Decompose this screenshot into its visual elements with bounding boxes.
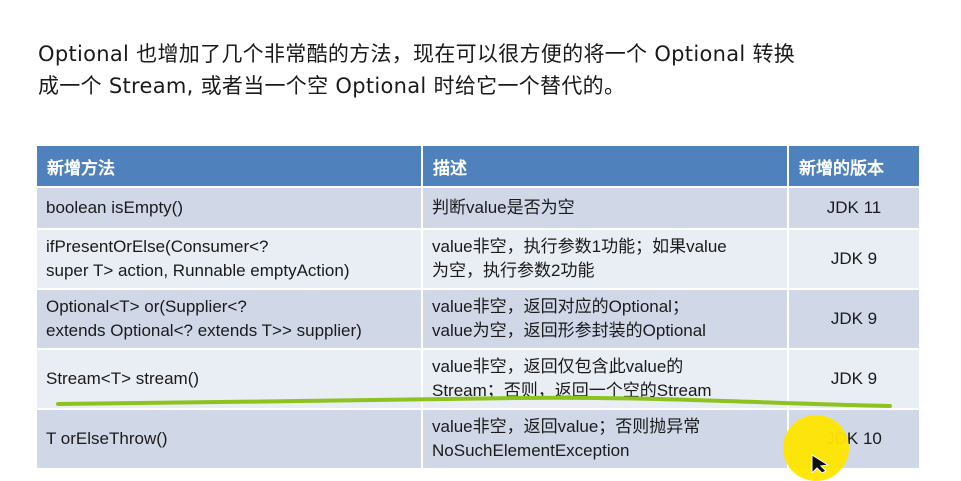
description-cell: 判断value是否为空 (422, 186, 789, 229)
header-description: 描述 (422, 146, 789, 187)
table-header-row: 新增方法 描述 新增的版本 (37, 146, 921, 187)
table-row: Stream<T> stream() value非空，返回仅包含此value的 … (37, 348, 921, 409)
version-cell: JDK 9 (788, 348, 921, 409)
table-row: ifPresentOrElse(Consumer<? super T> acti… (37, 228, 921, 289)
method-cell: Optional<T> or(Supplier<? extends Option… (37, 288, 423, 349)
description-cell: value非空，返回value；否则抛异常 NoSuchElementExcep… (422, 408, 789, 468)
method-cell: T orElseThrow() (37, 408, 423, 468)
description-cell: value非空，返回仅包含此value的 Stream；否则，返回一个空的Str… (422, 348, 789, 409)
intro-line-1: Optional 也增加了几个非常酷的方法，现在可以很方便的将一个 Option… (38, 42, 796, 66)
intro-text: Optional 也增加了几个非常酷的方法，现在可以很方便的将一个 Option… (38, 38, 928, 102)
method-cell: boolean isEmpty() (37, 186, 423, 229)
method-cell: ifPresentOrElse(Consumer<? super T> acti… (37, 228, 423, 289)
table-row: Optional<T> or(Supplier<? extends Option… (37, 288, 921, 349)
header-version: 新增的版本 (788, 146, 921, 187)
table-row: boolean isEmpty() 判断value是否为空 JDK 11 (37, 186, 921, 229)
version-cell: JDK 9 (788, 228, 921, 289)
description-cell: value非空，执行参数1功能；如果value 为空，执行参数2功能 (422, 228, 789, 289)
cursor-highlight (783, 415, 849, 481)
description-cell: value非空，返回对应的Optional； value为空，返回形参封装的Op… (422, 288, 789, 349)
optional-methods-table: 新增方法 描述 新增的版本 boolean isEmpty() 判断value是… (37, 146, 921, 468)
header-method: 新增方法 (37, 146, 423, 187)
version-cell: JDK 9 (788, 288, 921, 349)
intro-line-2: 成一个 Stream, 或者当一个空 Optional 时给它一个替代的。 (38, 74, 626, 98)
method-cell: Stream<T> stream() (37, 348, 423, 409)
version-cell: JDK 11 (788, 186, 921, 229)
